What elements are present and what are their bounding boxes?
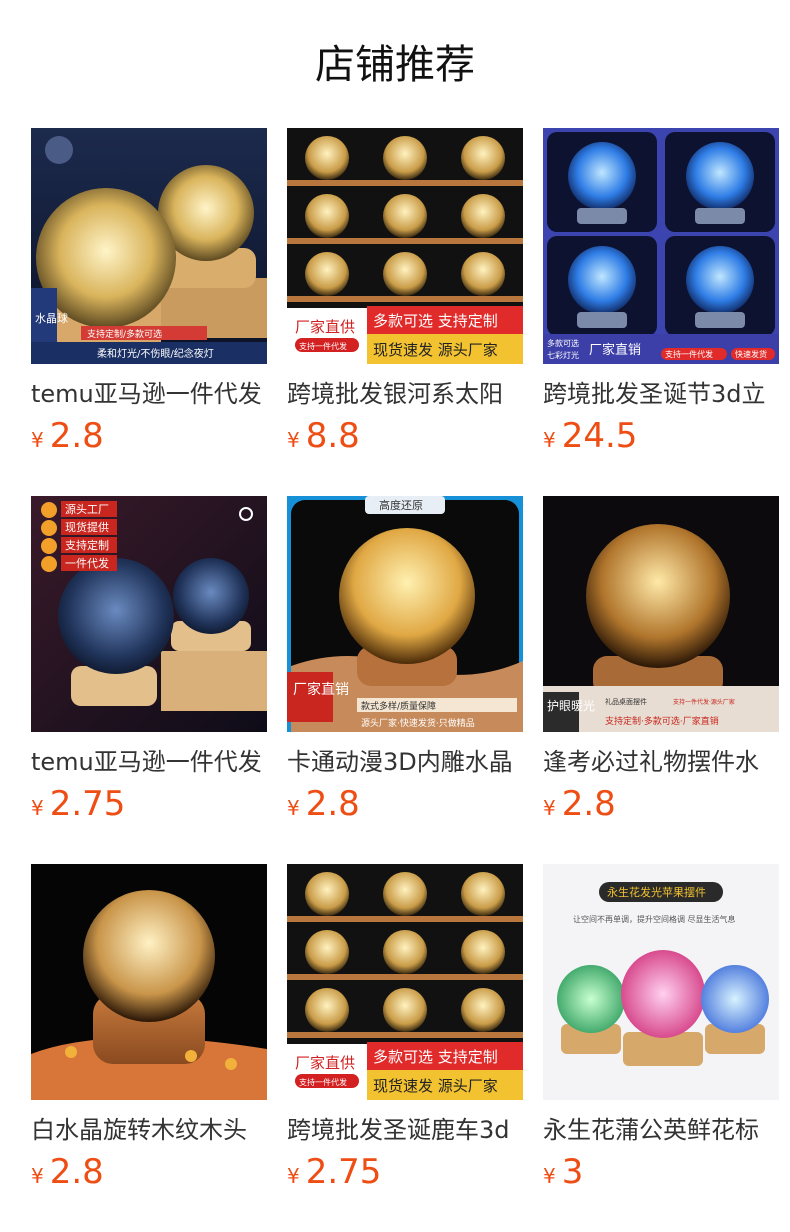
badge-text: 现货速发 源头厂家 xyxy=(373,1077,498,1095)
badge-text: 厂家直销 xyxy=(589,342,641,358)
product-price: ¥3 xyxy=(543,1152,583,1196)
price-value: 2.8 xyxy=(561,784,616,824)
price-value: 2.75 xyxy=(49,784,126,824)
badge-text: 支持定制/多款可选 xyxy=(87,328,162,340)
product-price: ¥8.8 xyxy=(287,416,360,460)
badge-text: 厂家直供 xyxy=(295,318,355,336)
product-name[interactable]: temu亚马逊一件代发 xyxy=(31,744,267,780)
badge-text: 源头厂家·快速发货·只做精品 xyxy=(361,717,475,729)
product-name[interactable]: 卡通动漫3D内雕水晶 xyxy=(287,744,523,780)
currency-symbol: ¥ xyxy=(31,796,44,820)
product-name[interactable]: 白水晶旋转木纹木头 xyxy=(31,1112,267,1148)
product-grid: 支持定制/多款可选 柔和灯光/不伤眼/纪念夜灯 水晶球 temu亚马逊一件代发 … xyxy=(0,0,790,1232)
currency-symbol: ¥ xyxy=(31,428,44,452)
badge-text: 现货提供 xyxy=(65,520,109,534)
badge-text: 支持一件代发·源头厂家 xyxy=(673,698,735,706)
badge-text: 款式多样/质量保障 xyxy=(361,700,436,712)
currency-symbol: ¥ xyxy=(543,1164,556,1188)
price-value: 2.8 xyxy=(49,416,104,456)
product-name[interactable]: 逢考必过礼物摆件水 xyxy=(543,744,779,780)
currency-symbol: ¥ xyxy=(31,1164,44,1188)
currency-symbol: ¥ xyxy=(287,428,300,452)
badge-text: 源头工厂 xyxy=(65,502,109,516)
product-image[interactable]: 厂家直供 支持一件代发 多款可选 支持定制 现货速发 源头厂家 xyxy=(287,864,523,1100)
currency-symbol: ¥ xyxy=(287,1164,300,1188)
price-value: 8.8 xyxy=(305,416,360,456)
product-price: ¥2.8 xyxy=(31,416,104,460)
badge-text: 支持定制 xyxy=(65,538,109,552)
badge-text: 支持一件代发 xyxy=(665,349,713,359)
product-image[interactable]: 源头工厂 现货提供 支持定制 一件代发 xyxy=(31,496,267,732)
badge-text: 让空间不再单调，提升空间格调 尽显生活气息 xyxy=(573,914,736,924)
product-price: ¥2.75 xyxy=(287,1152,381,1196)
currency-symbol: ¥ xyxy=(543,428,556,452)
badge-text: 护眼暖光 xyxy=(547,699,595,713)
product-name[interactable]: temu亚马逊一件代发 xyxy=(31,376,267,412)
price-value: 24.5 xyxy=(561,416,638,456)
product-image[interactable]: 高度还原 厂家直销 款式多样/质量保障 源头厂家·快速发货·只做精品 xyxy=(287,496,523,732)
badge-text: 礼品桌面摆件 xyxy=(605,697,647,706)
badge-text: 厂家直销 xyxy=(293,681,349,698)
price-value: 3 xyxy=(561,1152,584,1192)
price-value: 2.8 xyxy=(49,1152,104,1192)
badge-text: 永生花发光苹果摆件 xyxy=(607,885,706,899)
product-name[interactable]: 跨境批发圣诞鹿车3d xyxy=(287,1112,523,1148)
product-name[interactable]: 跨境批发银河系太阳 xyxy=(287,376,523,412)
product-price: ¥24.5 xyxy=(543,416,637,460)
badge-text: 多款可选 支持定制 xyxy=(373,312,498,330)
badge-text: 支持定制·多款可选·厂家直销 xyxy=(605,715,719,727)
product-image[interactable]: 支持定制/多款可选 柔和灯光/不伤眼/纪念夜灯 水晶球 xyxy=(31,128,267,364)
product-price: ¥2.8 xyxy=(287,784,360,828)
price-value: 2.8 xyxy=(305,784,360,824)
product-price: ¥2.75 xyxy=(31,784,125,828)
badge-text: 快速发货 xyxy=(735,349,767,359)
price-value: 2.75 xyxy=(305,1152,382,1192)
product-image[interactable]: 永生花发光苹果摆件 让空间不再单调，提升空间格调 尽显生活气息 xyxy=(543,864,779,1100)
product-price: ¥2.8 xyxy=(31,1152,104,1196)
product-image[interactable]: 厂家直供 支持一件代发 多款可选 支持定制 现货速发 源头厂家 xyxy=(287,128,523,364)
product-price: ¥2.8 xyxy=(543,784,616,828)
badge-text: 七彩灯光 xyxy=(547,350,579,360)
badge-text: 柔和灯光/不伤眼/纪念夜灯 xyxy=(97,347,214,360)
badge-text: 多款可选 支持定制 xyxy=(373,1048,498,1066)
badge-text: 多款可选 xyxy=(547,338,579,348)
badge-text: 厂家直供 xyxy=(295,1054,355,1072)
product-image[interactable]: 护眼暖光 礼品桌面摆件 支持一件代发·源头厂家 支持定制·多款可选·厂家直销 xyxy=(543,496,779,732)
badge-text: 现货速发 源头厂家 xyxy=(373,341,498,359)
badge-text: 支持一件代发 xyxy=(299,1077,347,1087)
badge-text: 水晶球 xyxy=(35,311,68,325)
product-name[interactable]: 跨境批发圣诞节3d立 xyxy=(543,376,779,412)
currency-symbol: ¥ xyxy=(543,796,556,820)
badge-text: 高度还原 xyxy=(379,498,423,512)
product-image[interactable]: 多款可选 七彩灯光 厂家直销 支持一件代发 快速发货 xyxy=(543,128,779,364)
badge-text: 一件代发 xyxy=(65,556,109,570)
currency-symbol: ¥ xyxy=(287,796,300,820)
product-name[interactable]: 永生花蒲公英鲜花标 xyxy=(543,1112,779,1148)
product-image[interactable] xyxy=(31,864,267,1100)
badge-text: 支持一件代发 xyxy=(299,341,347,351)
